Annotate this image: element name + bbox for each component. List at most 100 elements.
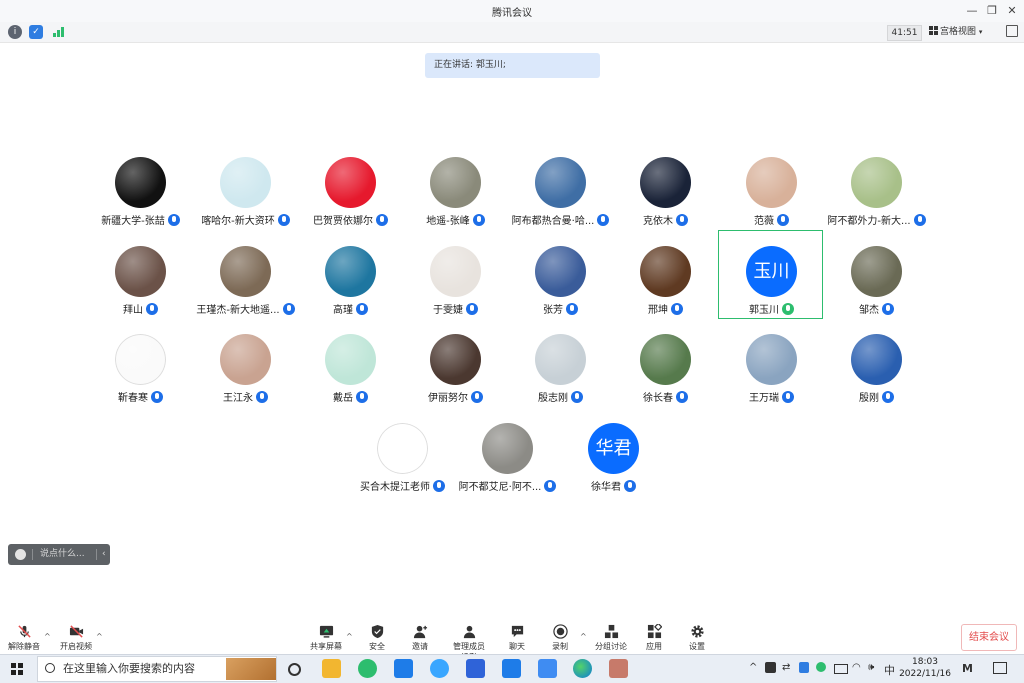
app-icon[interactable] — [430, 659, 449, 678]
security-button[interactable]: 安全 — [355, 622, 399, 654]
edge-icon[interactable] — [573, 659, 592, 678]
tray-shield-icon[interactable] — [799, 662, 809, 673]
microphone-icon — [782, 391, 794, 403]
microphone-icon — [356, 303, 368, 315]
record-options-caret[interactable]: ^ — [580, 632, 587, 641]
tray-wechat-icon[interactable] — [816, 662, 826, 672]
participant-name: 徐华君 — [541, 478, 686, 493]
app-icon-2[interactable] — [466, 659, 485, 678]
participant-tile[interactable]: 王瑾杰-新大地遥... — [193, 246, 298, 334]
fullscreen-icon[interactable] — [1006, 25, 1018, 37]
feishu-icon[interactable] — [538, 659, 557, 678]
signal-icon[interactable] — [53, 26, 65, 37]
participant-tile[interactable]: 阿不都外力-新大... — [824, 157, 929, 245]
participant-tile[interactable]: 地遥-张峰 — [403, 157, 508, 245]
participant-name-text: 伊丽努尔 — [428, 393, 468, 404]
video-options-caret[interactable]: ^ — [96, 632, 103, 641]
participant-name: 阿不都外力-新大... — [804, 212, 949, 227]
tray-app-m-icon[interactable]: M — [962, 662, 973, 675]
search-placeholder: 在这里输入你要搜索的内容 — [63, 662, 195, 675]
participant-tile[interactable]: 拜山 — [88, 246, 193, 334]
end-meeting-button[interactable]: 结束会议 — [961, 624, 1017, 651]
avatar — [535, 334, 586, 385]
manage-members-button[interactable]: 管理成员(27) — [446, 622, 492, 661]
participant-name-text: 新疆大学-张喆 — [101, 216, 165, 227]
share-screen-button[interactable]: 共享屏幕 — [304, 622, 348, 654]
breakout-button[interactable]: 分组讨论 — [589, 622, 633, 654]
collapse-chat-icon[interactable]: ‹ — [102, 544, 106, 565]
settings-button[interactable]: 设置 — [675, 622, 719, 654]
taskbar-search-input[interactable]: 在这里输入你要搜索的内容 — [37, 656, 277, 682]
avatar — [851, 157, 902, 208]
apps-icon — [647, 624, 662, 639]
participant-tile[interactable]: 伊丽努尔 — [403, 334, 508, 422]
participant-tile[interactable]: 殷刚 — [824, 334, 929, 422]
chat-label: 聊天 — [509, 642, 525, 651]
tray-expand-icon[interactable]: ^ — [749, 662, 757, 673]
participant-tile[interactable]: 克依木 — [613, 157, 718, 245]
tray-app-icon[interactable] — [765, 662, 776, 673]
cortana-icon[interactable] — [288, 663, 301, 676]
audio-options-caret[interactable]: ^ — [44, 632, 51, 641]
add-user-icon — [413, 625, 427, 639]
title-bar: 腾讯会议 — ❐ ✕ — [0, 0, 1024, 22]
participant-tile[interactable]: 靳春寒 — [88, 334, 193, 422]
participant-tile[interactable]: 巴贺贾依娜尔 — [298, 157, 403, 245]
avatar — [325, 334, 376, 385]
notification-icon[interactable] — [993, 662, 1007, 674]
participant-tile[interactable]: 新疆大学-张喆 — [88, 157, 193, 245]
participant-tile[interactable]: 殷志刚 — [508, 334, 613, 422]
chat-button[interactable]: 聊天 — [495, 622, 539, 654]
participant-tile[interactable]: 高瑾 — [298, 246, 403, 334]
close-button[interactable]: ✕ — [1002, 2, 1022, 20]
avatar — [220, 334, 271, 385]
wifi-icon[interactable]: ◠ — [852, 662, 861, 673]
wechat-icon[interactable] — [358, 659, 377, 678]
taskbar-clock[interactable]: 18:03 2022/11/16 — [898, 656, 952, 680]
microphone-icon — [676, 391, 688, 403]
participant-tile[interactable]: 张芳 — [508, 246, 613, 334]
start-video-button[interactable]: 开启视频 — [54, 622, 98, 654]
invite-button[interactable]: 邀请 — [398, 622, 442, 654]
participant-tile[interactable]: 王江永 — [193, 334, 298, 422]
microphone-icon — [624, 480, 636, 492]
participant-tile[interactable]: 王万瑞 — [719, 334, 824, 422]
participant-tile[interactable]: 买合木提江老师 — [350, 423, 455, 511]
qq-browser-icon[interactable] — [394, 659, 413, 678]
tencent-meeting-icon[interactable] — [502, 659, 521, 678]
volume-icon[interactable]: 🕪 — [868, 662, 874, 673]
participant-name-text: 于雯婕 — [433, 305, 463, 316]
restore-button[interactable]: ❐ — [982, 2, 1002, 20]
search-icon — [45, 663, 55, 673]
ime-indicator[interactable]: 中 — [884, 662, 895, 678]
participant-tile[interactable]: 邢坤 — [613, 246, 718, 334]
participant-tile[interactable]: 喀哈尔-新大资环 — [193, 157, 298, 245]
participant-name-text: 巴贺贾依娜尔 — [313, 216, 373, 227]
participant-tile[interactable]: 徐长春 — [613, 334, 718, 422]
meeting-info-bar: i ✓ 41:51 宫格视图 ▾ — [0, 22, 1024, 43]
participant-tile[interactable]: 戴岳 — [298, 334, 403, 422]
participant-tile[interactable]: 阿布都热合曼·哈... — [508, 157, 613, 245]
participant-tile[interactable]: 于雯婕 — [403, 246, 508, 334]
shield-icon[interactable]: ✓ — [29, 25, 43, 39]
chat-input[interactable]: 说点什么... ‹ — [8, 544, 110, 565]
avatar — [640, 246, 691, 297]
info-icon[interactable]: i — [8, 25, 22, 39]
minimize-button[interactable]: — — [962, 2, 982, 20]
record-button[interactable]: 录制 — [538, 622, 582, 654]
battery-icon[interactable] — [834, 664, 848, 674]
participant-tile[interactable]: 华君 徐华君 — [561, 423, 666, 511]
avatar — [430, 246, 481, 297]
participant-tile[interactable]: 阿不都艾尼·阿不... — [455, 423, 560, 511]
apps-button[interactable]: 应用 — [632, 622, 676, 654]
emoji-icon[interactable] — [15, 549, 26, 560]
unmute-button[interactable]: 解除静音 — [2, 622, 46, 654]
share-options-caret[interactable]: ^ — [346, 632, 353, 641]
active-speaker-banner: 正在讲话: 郭玉川; — [425, 53, 600, 78]
participant-tile[interactable]: 邹杰 — [824, 246, 929, 334]
photo-app-icon[interactable] — [609, 659, 628, 678]
windows-start-icon[interactable] — [11, 663, 23, 675]
tray-switch-icon[interactable]: ⇄ — [782, 662, 790, 673]
file-explorer-icon[interactable] — [322, 659, 341, 678]
view-toggle-button[interactable]: 宫格视图 ▾ — [929, 25, 997, 39]
